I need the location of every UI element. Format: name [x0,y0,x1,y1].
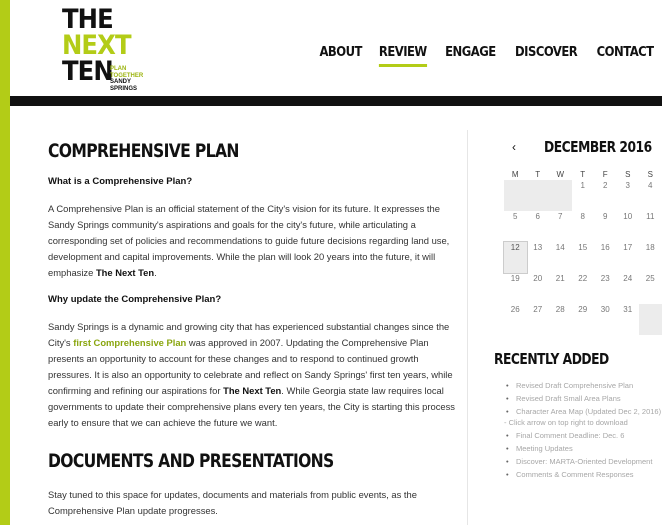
nav-contact[interactable]: CONTACT [593,43,657,67]
emphasis-next-ten: The Next Ten [95,267,155,278]
question-what: What is a Comprehensive Plan? [48,176,193,187]
recent-item[interactable]: Character Area Map (Updated Dec 2, 2016)… [504,406,662,428]
weekday-sat: S [625,170,631,179]
weekday-thu: T [580,170,586,179]
emphasis-next-ten-2: The Next Ten [223,385,282,396]
calendar-day[interactable]: 10 [617,211,640,242]
paragraph-why: Sandy Springs is a dynamic and growing c… [48,319,458,431]
nav-review[interactable]: REVIEW [376,43,431,67]
first-comprehensive-plan-link[interactable]: first Comprehensive Plan [73,337,186,348]
documents-title: DOCUMENTS AND PRESENTATIONS [48,450,334,472]
calendar-day[interactable]: 19 [504,273,527,304]
logo-tag-springs: SPRINGS [110,85,138,92]
calendar-day[interactable]: 23 [594,273,617,304]
question-why: Why update the Comprehensive Plan? [48,294,222,305]
nav-engage[interactable]: ENGAGE [441,43,498,67]
weekday-sun: S [647,170,653,179]
main-nav: ABOUT REVIEW ENGAGE DISCOVER CONTACT [310,43,662,67]
calendar-week-2: 5 6 7 8 9 10 11 [504,211,662,242]
header-band [10,96,662,106]
calendar-day[interactable]: 24 [617,273,640,304]
paragraph-what: A Comprehensive Plan is an official stat… [48,201,458,281]
calendar-day[interactable]: 9 [594,211,617,242]
site-header: THE NEXT TEN PLAN TOGETHER SANDY SPRINGS… [10,0,662,95]
calendar-grid: M T W T F S S 1 2 3 4 5 6 7 8 9 10 11 12… [503,170,662,335]
logo-line-2: NEXT [62,30,132,61]
recent-item[interactable]: Meeting Updates [504,443,662,454]
paragraph-what-end: . [154,267,157,278]
recent-item-link[interactable]: Discover: MARTA-Oriented Development [504,457,652,466]
weekday-fri: F [602,170,608,179]
calendar-day[interactable]: 5 [504,211,527,242]
calendar-day[interactable]: 13 [527,242,550,273]
calendar-week-4: 19 20 21 22 23 24 25 [504,273,662,304]
weekday-tue: T [535,170,541,179]
recent-item[interactable]: Revised Draft Comprehensive Plan [504,380,662,391]
recent-item[interactable]: Final Comment Deadline: Dec. 6 [504,430,662,441]
calendar-day[interactable]: 1 [572,180,595,211]
calendar-week-3: 12 13 14 15 16 17 18 [503,241,662,274]
recent-item-link[interactable]: Final Comment Deadline: Dec. 6 [516,431,624,440]
recent-item[interactable]: Discover: MARTA-Oriented Development [504,456,662,467]
calendar-day[interactable]: 22 [572,273,595,304]
calendar-day[interactable]: 21 [549,273,572,304]
nav-discover[interactable]: DISCOVER [511,43,580,67]
recent-item-link[interactable]: Revised Draft Small Area Plans [516,394,621,403]
calendar-week-1: 1 2 3 4 [504,180,662,211]
calendar-day[interactable]: 6 [527,211,550,242]
calendar-day[interactable]: 3 [617,180,640,211]
calendar-day [526,180,549,211]
weekday-wed: W [556,170,565,179]
calendar-header: ‹ DECEMBER 2016 [494,130,662,160]
main-content: COMPREHENSIVE PLAN What is a Comprehensi… [48,130,458,519]
calendar-day[interactable]: 29 [572,304,595,335]
sidebar: ‹ DECEMBER 2016 M T W T F S S 1 2 3 4 5 … [494,130,662,480]
calendar-day[interactable]: 14 [549,242,572,273]
calendar-day[interactable]: 8 [572,211,595,242]
calendar-day[interactable]: 30 [594,304,617,335]
calendar-day [639,304,662,335]
calendar-day[interactable]: 16 [594,242,617,273]
calendar-weekdays: M T W T F S S [504,170,662,180]
weekday-mon: M [511,170,519,179]
recent-item-link[interactable]: Meeting Updates [516,444,573,453]
calendar-title: DECEMBER 2016 [544,138,652,156]
logo-line-1: THE [62,4,114,35]
calendar-prev-icon[interactable]: ‹ [512,140,516,154]
recent-item-link[interactable]: Character Area Map (Updated Dec 2, 2016)… [504,407,661,427]
column-divider [467,130,468,525]
calendar-day[interactable]: 4 [639,180,662,211]
page-frame: THE NEXT TEN PLAN TOGETHER SANDY SPRINGS… [10,0,662,525]
calendar-day[interactable]: 31 [617,304,640,335]
calendar-day[interactable]: 18 [639,242,662,273]
page-title: COMPREHENSIVE PLAN [48,140,239,162]
calendar-day[interactable]: 11 [639,211,662,242]
paragraph-documents: Stay tuned to this space for updates, do… [48,489,417,516]
calendar-day[interactable]: 28 [549,304,572,335]
logo-tagline: PLAN TOGETHER SANDY SPRINGS [110,66,143,92]
calendar-day[interactable]: 26 [504,304,527,335]
calendar-day[interactable]: 7 [549,211,572,242]
calendar-day-today[interactable]: 12 [503,241,528,274]
calendar-day[interactable]: 20 [527,273,550,304]
calendar-day[interactable]: 2 [594,180,617,211]
calendar-day[interactable]: 25 [639,273,662,304]
calendar-day [549,180,572,211]
calendar-week-5: 26 27 28 29 30 31 [504,304,662,335]
recent-item-link[interactable]: Comments & Comment Responses [516,470,634,479]
recently-added-list: Revised Draft Comprehensive Plan Revised… [504,380,662,482]
recent-item-link[interactable]: Revised Draft Comprehensive Plan [516,381,633,390]
recent-item[interactable]: Comments & Comment Responses [504,469,662,480]
recently-added-title: RECENTLY ADDED [494,350,609,368]
calendar-day[interactable]: 17 [617,242,640,273]
logo[interactable]: THE NEXT TEN PLAN TOGETHER SANDY SPRINGS [62,4,172,92]
calendar-day[interactable]: 15 [572,242,595,273]
calendar-day [504,180,527,211]
calendar-day[interactable]: 27 [527,304,550,335]
logo-line-3: TEN [62,56,114,87]
nav-about[interactable]: ABOUT [316,43,365,67]
recent-item[interactable]: Revised Draft Small Area Plans [504,393,662,404]
